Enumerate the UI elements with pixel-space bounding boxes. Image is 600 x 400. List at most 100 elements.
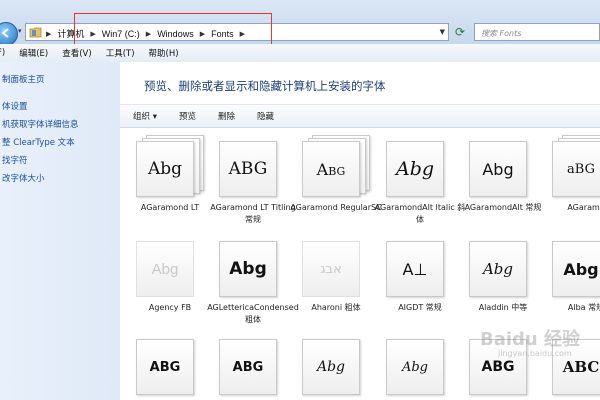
chevron-right-icon[interactable]: ▶: [240, 30, 245, 38]
chevron-right-icon[interactable]: ▶: [200, 30, 205, 38]
font-sample-text: ABG: [481, 359, 515, 375]
font-sample-text: Abg: [482, 159, 514, 179]
sidebar-item-change-font-size[interactable]: 改字体大小: [2, 172, 45, 184]
font-sample-text: Abg: [395, 158, 435, 180]
sidebar-item-cleartype[interactable]: 整 ClearType 文本: [2, 136, 75, 148]
sidebar-item-control-panel-home[interactable]: 制面板主页: [2, 73, 45, 85]
font-thumbnail: Abg: [552, 238, 600, 297]
breadcrumb-computer[interactable]: 计算机: [57, 27, 84, 40]
font-name: Aladdin 中等: [478, 303, 528, 312]
font-page: ABG: [219, 339, 277, 395]
menu-file[interactable]: F): [0, 48, 5, 58]
font-page: Abg: [136, 141, 194, 197]
font-sample-text: Abg: [563, 259, 599, 279]
sidebar-item-font-settings[interactable]: 体设置: [2, 100, 28, 112]
font-page: ABG: [136, 339, 194, 395]
watermark-url: jingyan.baidu.com: [498, 349, 572, 358]
organize-button[interactable]: 组织 ▾: [133, 110, 157, 122]
address-dropdown-icon[interactable]: ▼: [440, 28, 445, 36]
search-input[interactable]: [479, 25, 600, 41]
font-name: AGaramondAlt 常规: [464, 203, 542, 212]
address-field[interactable]: ▶ 计算机 ▶ Win7 (C:) ▶ Windows ▶ Fonts ▶ ▼: [25, 23, 449, 41]
font-thumbnail: ABG: [136, 336, 204, 395]
font-sample-text: Abg: [316, 159, 346, 179]
breadcrumb-fonts[interactable]: Fonts: [211, 29, 234, 39]
font-page: Abg: [302, 141, 360, 197]
preview-button[interactable]: 预览: [179, 110, 196, 122]
font-thumbnail: Abg: [386, 336, 454, 395]
font-sample-text: Abg: [316, 359, 346, 375]
breadcrumb-drive[interactable]: Win7 (C:): [102, 29, 140, 39]
font-page: Abg: [469, 241, 527, 297]
hide-button[interactable]: 隐藏: [257, 110, 274, 122]
font-name: AGLettericaCondensed 粗体: [207, 303, 299, 324]
font-sample-text: Abg: [401, 359, 429, 375]
menu-edit[interactable]: 编辑(E): [19, 47, 48, 59]
chevron-right-icon[interactable]: ▶: [46, 30, 51, 38]
sidebar-item-get-font-info[interactable]: 机获取字体详细信息: [2, 118, 79, 130]
font-thumbnail: Abg: [219, 238, 287, 297]
font-page: A⊥: [386, 241, 444, 297]
font-sample-text: A⊥: [402, 259, 428, 279]
font-thumbnail: Abg: [469, 138, 537, 197]
font-page: Abg: [302, 339, 360, 395]
font-name: AGaramond RegularSC: [290, 203, 382, 212]
toolbar: 组织 ▾ 预览 删除 隐藏: [120, 104, 600, 128]
watermark-logo: Baidu 经验: [480, 329, 581, 350]
font-name: AIGDT 常规: [398, 303, 442, 312]
font-page: Abg: [469, 141, 527, 197]
font-name: Alba 常规: [567, 303, 600, 312]
arrow-left-icon: [1, 28, 9, 38]
font-page: אבג: [302, 241, 360, 297]
font-thumbnail: Abg: [136, 135, 204, 197]
folder-icon: [29, 27, 42, 38]
font-thumbnail: ABG: [219, 336, 287, 395]
font-name: AGaramondAlt Italic 斜体: [374, 203, 466, 224]
breadcrumb: ▶ 计算机 ▶ Win7 (C:) ▶ Windows ▶ Fonts ▶: [46, 27, 245, 40]
font-thumbnail: Abg: [302, 135, 370, 197]
font-name: Aharoni 粗体: [311, 303, 361, 312]
font-sample-text: ABG: [232, 359, 264, 375]
font-sample-text: אבג: [320, 261, 342, 277]
font-page: Abg: [552, 241, 600, 297]
font-thumbnail: Abg: [302, 336, 370, 395]
font-thumbnail: aBG: [552, 135, 600, 197]
menu-view[interactable]: 查看(V): [62, 47, 91, 59]
chevron-right-icon[interactable]: ▶: [90, 30, 95, 38]
font-page: Abg: [219, 241, 277, 297]
font-thumbnail: ABG: [219, 138, 287, 197]
font-name: Agency FB: [148, 303, 192, 312]
breadcrumb-windows[interactable]: Windows: [157, 29, 194, 39]
font-thumbnail: Abg: [469, 238, 537, 297]
menu-tools[interactable]: 工具(T): [106, 47, 135, 59]
delete-button[interactable]: 删除: [218, 110, 235, 122]
font-sample-text: ABG: [228, 159, 268, 179]
page-title: 预览、删除或者显示和隐藏计算机上安装的字体: [144, 79, 386, 93]
font-page: Abg: [386, 339, 444, 395]
font-page: aBG: [552, 141, 600, 197]
sidebar: 制面板主页 体设置 机获取字体详细信息 整 ClearType 文本 找字符 改…: [0, 62, 120, 400]
font-sample-text: Abg: [147, 159, 183, 179]
font-name: AGaramo: [567, 203, 600, 212]
font-thumbnail: A⊥: [386, 238, 454, 297]
search-box[interactable]: [474, 23, 600, 41]
font-sample-text: aBG: [567, 161, 595, 177]
font-thumbnail: אבג: [302, 238, 370, 297]
font-sample-text: ABG: [149, 359, 181, 375]
address-bar-area: ▾ ▶ 计算机 ▶ Win7 (C:) ▶ Windows ▶ Fonts ▶ …: [0, 0, 600, 46]
font-page: ABG: [219, 141, 277, 197]
font-sample-text: Abg: [482, 260, 514, 278]
font-name: AGaramond LT: [140, 203, 200, 212]
back-button[interactable]: [0, 22, 18, 46]
menu-help[interactable]: 帮助(H): [149, 47, 179, 59]
refresh-icon[interactable]: ⟳: [450, 23, 470, 41]
font-thumbnail: Abg: [136, 238, 204, 297]
font-page: Abg: [386, 141, 444, 197]
chevron-right-icon[interactable]: ▶: [146, 30, 151, 38]
font-sample-text: Abg: [151, 260, 179, 278]
font-page: Abg: [136, 241, 194, 297]
font-name: AGaramond LT Titling 常规: [210, 203, 296, 224]
menu-bar: F) 编辑(E) 查看(V) 工具(T) 帮助(H): [0, 44, 600, 63]
font-sample-text: ABC: [562, 358, 600, 376]
sidebar-item-find-character[interactable]: 找字符: [2, 154, 28, 166]
